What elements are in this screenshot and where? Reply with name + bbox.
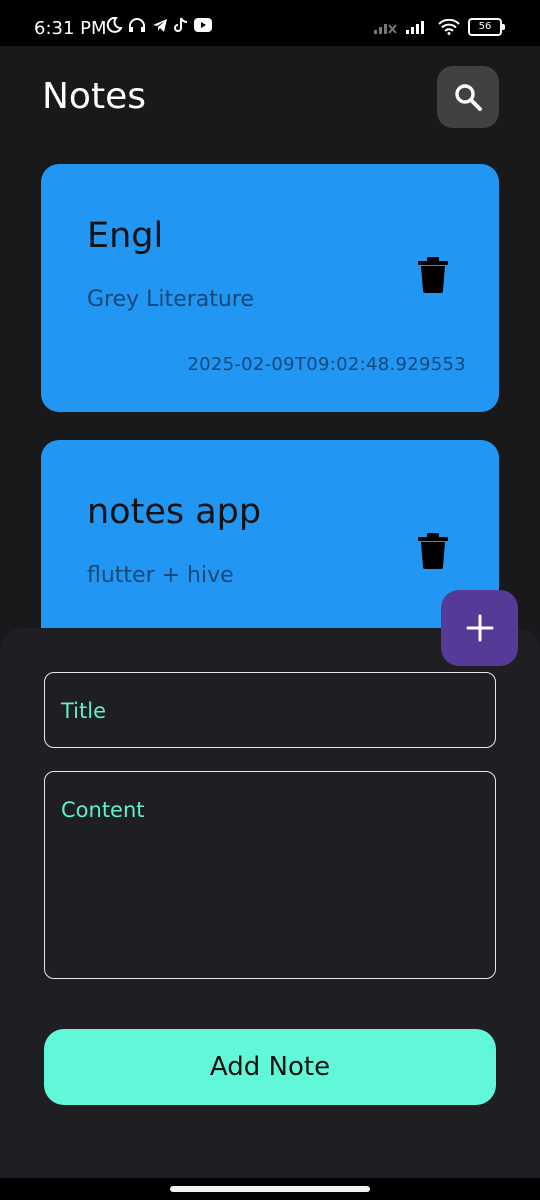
system-indicators: 56 (374, 18, 505, 36)
notification-icons (106, 17, 212, 33)
search-icon (455, 84, 482, 111)
search-button[interactable] (437, 66, 499, 128)
tiktok-icon (174, 17, 188, 32)
content-field[interactable]: Content (44, 771, 496, 979)
add-note-button[interactable]: Add Note (44, 1029, 496, 1105)
moon-icon (106, 17, 122, 33)
signal-icon (406, 21, 424, 34)
content-field-label: Content (61, 798, 145, 822)
title-field[interactable]: Title (44, 672, 496, 748)
delete-note-button[interactable] (417, 257, 449, 293)
note-card[interactable]: notes app flutter + hive (41, 440, 499, 660)
note-title: notes app (87, 492, 262, 532)
telegram-icon (153, 19, 167, 32)
status-bar: 6:31 PM 56 (0, 0, 540, 46)
home-indicator[interactable] (170, 1186, 370, 1192)
battery-icon: 56 (468, 18, 505, 36)
note-card[interactable]: Engl Grey Literature 2025-02-09T09:02:48… (41, 164, 499, 412)
note-content: Grey Literature (87, 287, 254, 312)
page-title: Notes (42, 76, 146, 117)
wifi-icon (438, 19, 460, 35)
headphones-icon (129, 18, 145, 32)
note-content: flutter + hive (87, 563, 234, 588)
signal-off-icon (374, 24, 397, 34)
note-title: Engl (87, 216, 164, 256)
plus-icon (466, 614, 493, 642)
status-time: 6:31 PM (34, 18, 107, 39)
youtube-icon (194, 18, 212, 32)
delete-note-button[interactable] (417, 533, 449, 569)
add-note-fab[interactable] (441, 590, 518, 666)
title-field-label: Title (61, 699, 107, 723)
note-date: 2025-02-09T09:02:48.929553 (187, 354, 466, 375)
